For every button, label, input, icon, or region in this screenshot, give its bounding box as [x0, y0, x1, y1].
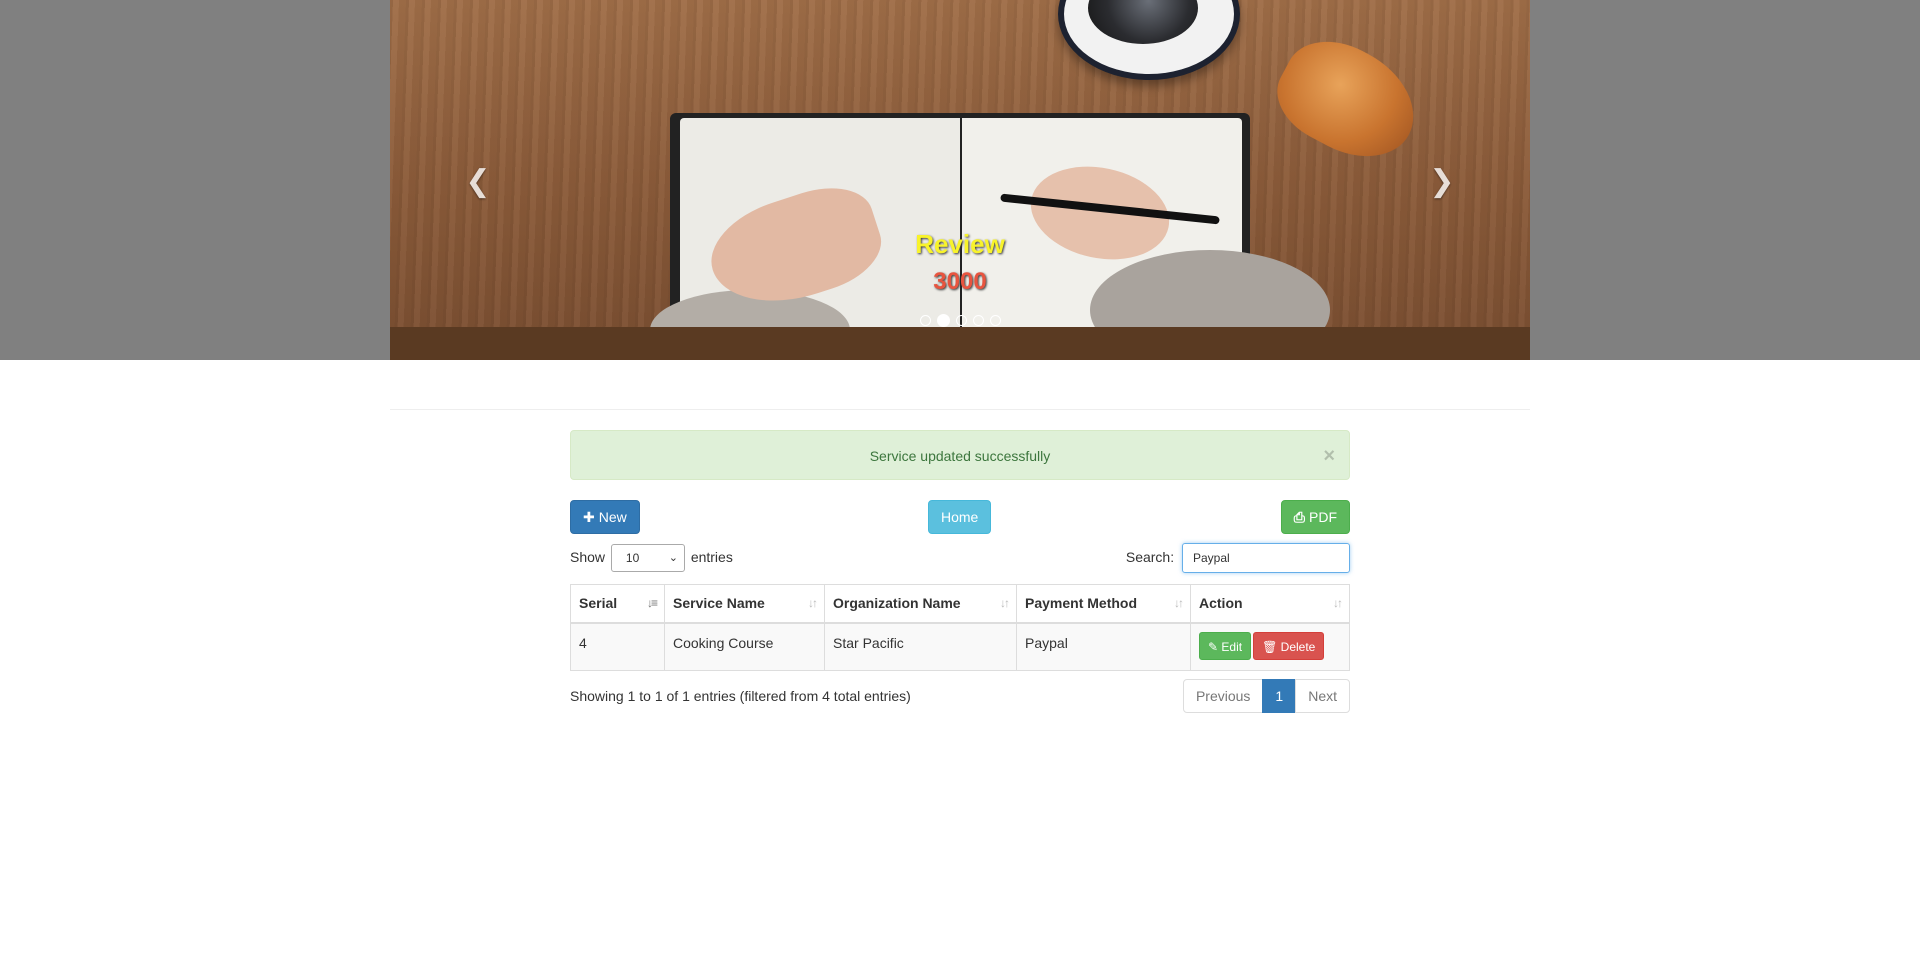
caption-value: 3000 — [933, 268, 987, 295]
sort-icon: ↓↑ — [1174, 596, 1184, 610]
edit-icon: ✎ — [1208, 639, 1219, 654]
pagination: Previous 1 Next — [1182, 679, 1350, 713]
column-header-action[interactable]: Action ↓↑ — [1190, 584, 1350, 624]
column-header-payment-method[interactable]: Payment Method ↓↑ — [1016, 584, 1191, 624]
carousel-indicator[interactable] — [955, 315, 967, 326]
slide-image-desk-edge — [390, 327, 1530, 360]
cell-organization-name: Star Pacific — [824, 622, 1017, 671]
home-button-label: Home — [941, 509, 979, 525]
carousel-caption: Review 3000 — [390, 228, 1530, 298]
table-footer: Showing 1 to 1 of 1 entries (filtered fr… — [570, 679, 1350, 713]
column-header-service-name[interactable]: Service Name ↓↑ — [664, 584, 825, 624]
carousel-indicator[interactable] — [989, 315, 1001, 326]
table-row: 4 Cooking Course Star Pacific Paypal ✎ E… — [570, 622, 1350, 671]
new-button[interactable]: ✚ New — [570, 500, 640, 534]
chevron-right-icon: ❯ — [1429, 165, 1455, 198]
table-info: Showing 1 to 1 of 1 entries (filtered fr… — [570, 688, 911, 704]
carousel-next-button[interactable]: ❯ — [1422, 162, 1462, 202]
search-filter: Search: Paypal — [1125, 542, 1350, 574]
success-alert: Service updated successfully × — [570, 430, 1350, 480]
cell-serial: 4 — [570, 622, 665, 671]
sort-icon: ↓↑ — [1000, 596, 1010, 610]
sort-icon: ↓↑ — [1333, 596, 1343, 610]
plus-icon: ✚ — [583, 509, 595, 525]
edit-button[interactable]: ✎ Edit — [1199, 631, 1252, 660]
print-icon: ⎙ — [1293, 509, 1305, 525]
delete-button-label: Delete — [1280, 639, 1316, 654]
carousel-indicator-active[interactable] — [936, 314, 950, 327]
main-content: Service updated successfully × ✚ New Home… — [570, 430, 1350, 713]
delete-button[interactable]: 🗑 Delete — [1253, 631, 1325, 660]
table-controls: Show 10 ⌄ entries Search: Paypal — [570, 542, 1350, 574]
pagination-next[interactable]: Next — [1295, 679, 1350, 713]
page-length-select[interactable]: 10 ⌄ — [610, 544, 685, 573]
column-header-label: Serial — [579, 595, 618, 612]
pagination-page-current[interactable]: 1 — [1262, 679, 1297, 713]
cell-service-name: Cooking Course — [664, 622, 825, 671]
trash-icon: 🗑 — [1262, 639, 1278, 654]
column-header-organization-name[interactable]: Organization Name ↓↑ — [824, 584, 1017, 624]
column-header-label: Action — [1199, 595, 1243, 612]
pagination-previous[interactable]: Previous — [1182, 679, 1264, 713]
slide-image-mug — [1058, 0, 1240, 80]
slide-image-coffee — [1088, 0, 1198, 44]
toolbar: ✚ New Home ⎙ PDF — [570, 500, 1350, 534]
pdf-button[interactable]: ⎙ PDF — [1280, 500, 1350, 534]
alert-message: Service updated successfully — [869, 448, 1051, 464]
carousel: Review 3000 — [390, 0, 1530, 360]
sort-ascending-icon: ↓≡ — [646, 596, 658, 610]
search-input[interactable]: Paypal — [1182, 543, 1350, 574]
new-button-label: New — [598, 509, 627, 525]
divider — [390, 409, 1530, 410]
carousel-indicators — [390, 314, 1530, 327]
cell-payment-method: Paypal — [1016, 622, 1191, 671]
services-table: Serial ↓≡ Service Name ↓↑ Organization N… — [570, 584, 1350, 671]
column-header-serial[interactable]: Serial ↓≡ — [570, 584, 665, 624]
column-header-label: Service Name — [673, 595, 765, 612]
column-header-label: Organization Name — [833, 595, 961, 612]
page-length-value: 10 — [625, 551, 640, 566]
close-icon[interactable]: × — [1323, 431, 1335, 481]
carousel-indicator[interactable] — [972, 315, 984, 326]
home-button[interactable]: Home — [928, 500, 992, 534]
pdf-button-label: PDF — [1309, 509, 1337, 525]
edit-button-label: Edit — [1221, 639, 1243, 654]
search-label: Search: — [1125, 549, 1175, 565]
carousel-prev-button[interactable]: ❮ — [458, 162, 498, 202]
column-header-label: Payment Method — [1025, 595, 1138, 612]
caption-title: Review — [915, 229, 1005, 259]
cell-action: ✎ Edit 🗑 Delete — [1190, 622, 1350, 671]
carousel-indicator[interactable] — [919, 315, 931, 326]
sort-icon: ↓↑ — [808, 596, 818, 610]
table-header-row: Serial ↓≡ Service Name ↓↑ Organization N… — [570, 584, 1350, 624]
chevron-down-icon: ⌄ — [668, 552, 678, 565]
page-length: Show 10 ⌄ entries — [570, 542, 733, 573]
slide-image-croissant — [1262, 22, 1434, 178]
show-label: Show — [570, 549, 606, 565]
entries-label: entries — [690, 549, 733, 565]
chevron-left-icon: ❮ — [465, 165, 491, 198]
